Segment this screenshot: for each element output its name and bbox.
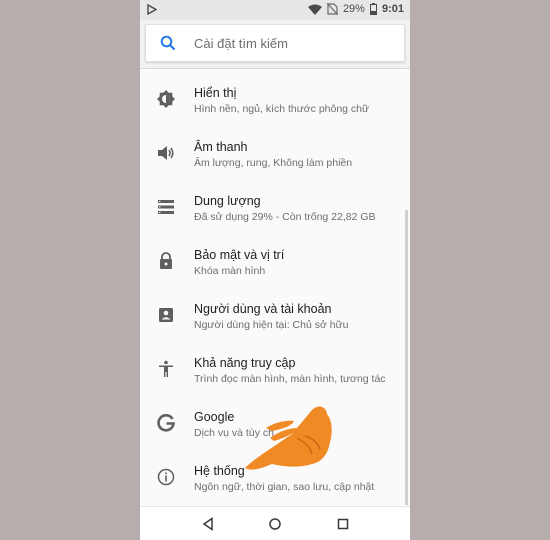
status-bar: 29% 9:01	[140, 0, 410, 20]
settings-item-users-accounts[interactable]: Người dùng và tài khoản Người dùng hiện …	[140, 288, 410, 342]
settings-item-storage[interactable]: Dung lượng Đã sử dụng 29% - Còn trống 22…	[140, 180, 410, 234]
settings-item-security[interactable]: Bảo mật và vị trí Khóa màn hình	[140, 234, 410, 288]
item-subtitle: Khóa màn hình	[194, 265, 266, 277]
settings-item-display[interactable]: Hiển thị Hình nền, ngủ, kích thước phông…	[140, 72, 410, 126]
search-bar-container: Cài đặt tìm kiếm	[140, 20, 410, 69]
accessibility-icon	[159, 360, 173, 377]
recents-icon[interactable]	[336, 517, 350, 531]
account-icon	[159, 308, 173, 322]
item-subtitle: Ngôn ngữ, thời gian, sao lưu, cập nhật	[194, 481, 375, 493]
item-title: Google	[194, 410, 235, 424]
info-icon	[157, 468, 175, 486]
item-title: Âm thanh	[194, 140, 248, 154]
google-icon	[157, 414, 175, 432]
item-title: Hệ thống	[194, 464, 245, 478]
no-sim-icon	[326, 3, 338, 15]
scrollbar[interactable]	[405, 210, 408, 505]
item-subtitle: Âm lượng, rung, Không làm phiền	[194, 157, 353, 169]
pointing-hand-icon	[245, 406, 332, 470]
item-title: Dung lượng	[194, 194, 261, 208]
battery-percent: 29%	[342, 3, 365, 15]
battery-icon	[369, 3, 377, 15]
play-store-notification-icon	[147, 4, 157, 15]
volume-icon	[158, 146, 174, 160]
item-subtitle: Trình đọc màn hình, màn hình, tương tác	[194, 373, 386, 385]
item-title: Bảo mật và vị trí	[194, 248, 285, 262]
settings-item-accessibility[interactable]: Khả năng truy cập Trình đọc màn hình, mà…	[140, 342, 410, 396]
item-title: Hiển thị	[194, 86, 237, 100]
settings-item-sound[interactable]: Âm thanh Âm lượng, rung, Không làm phiền	[140, 126, 410, 180]
brightness-icon	[157, 90, 175, 108]
lock-icon	[160, 252, 172, 269]
search-input[interactable]: Cài đặt tìm kiếm	[145, 24, 405, 62]
item-title: Người dùng và tài khoản	[194, 302, 332, 316]
item-subtitle: Hình nền, ngủ, kích thước phông chữ	[194, 103, 370, 115]
storage-icon	[158, 200, 174, 214]
back-icon[interactable]	[201, 517, 215, 531]
search-placeholder: Cài đặt tìm kiếm	[194, 36, 288, 51]
home-icon[interactable]	[268, 517, 282, 531]
clock: 9:01	[381, 3, 404, 15]
search-icon	[160, 35, 176, 51]
item-subtitle: Đã sử dụng 29% - Còn trống 22,82 GB	[194, 211, 376, 223]
item-title: Khả năng truy cập	[194, 356, 296, 370]
navigation-bar	[140, 506, 410, 540]
item-subtitle: Người dùng hiện tại: Chủ sở hữu	[194, 319, 349, 331]
wifi-icon	[307, 4, 322, 15]
